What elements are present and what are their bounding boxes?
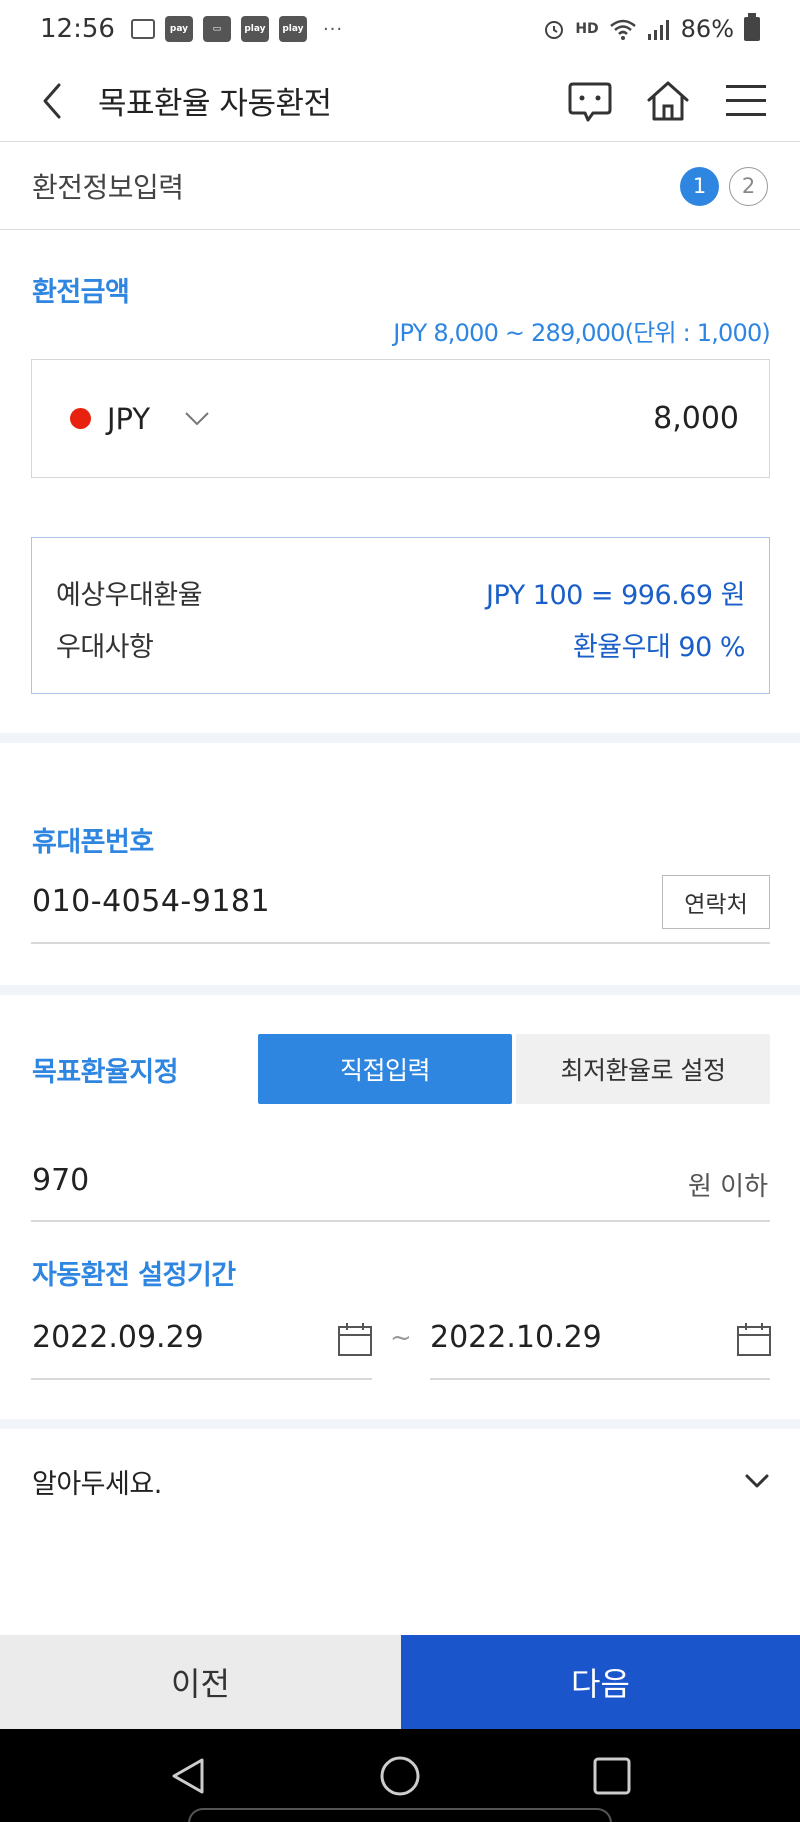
notice-toggle[interactable]: 알아두세요. — [32, 1462, 162, 1501]
menu-icon — [726, 84, 766, 116]
status-time: 12:56 — [40, 14, 115, 44]
calendar-icon[interactable] — [736, 1321, 772, 1357]
benefit-label: 우대사항 — [56, 631, 154, 663]
end-date-input[interactable]: 2022.10.29 — [430, 1320, 602, 1355]
target-rate-unit: 원 이하 — [687, 1172, 768, 1202]
header-icons — [566, 77, 770, 125]
contacts-button[interactable]: 연락처 — [662, 875, 770, 929]
currency-select[interactable]: JPY — [107, 402, 150, 436]
step-2: 2 — [729, 166, 768, 206]
chat-icon — [568, 82, 612, 121]
chevron-down-icon — [185, 411, 209, 425]
menu-button[interactable] — [722, 77, 770, 125]
app-header: 목표환율 자동환전 — [0, 60, 800, 142]
triangle-back-icon — [172, 1758, 204, 1794]
next-button[interactable]: 다음 — [401, 1635, 800, 1729]
chevron-down-icon[interactable] — [742, 1466, 772, 1496]
back-button[interactable] — [30, 79, 74, 123]
start-date-input[interactable]: 2022.09.29 — [32, 1320, 204, 1355]
direct-input-button[interactable]: 직접입력 — [258, 1034, 512, 1104]
phone-underline — [31, 942, 770, 944]
expected-rate-row: 예상우대환율 JPY 100 = 996.69 원 — [56, 566, 745, 618]
phone-input[interactable]: 010-4054-9181 — [32, 884, 270, 919]
currency-flag-icon — [70, 408, 91, 429]
play-icon: play — [278, 16, 307, 42]
exchange-amount-title: 환전금액 — [32, 277, 130, 308]
phone-title: 휴대폰번호 — [32, 827, 154, 858]
lowest-rate-button[interactable]: 최저환율로 설정 — [516, 1034, 770, 1104]
rate-underline — [31, 1220, 770, 1222]
exchange-range: JPY 8,000 ~ 289,000(단위 : 1,000) — [393, 319, 771, 347]
chat-button[interactable] — [566, 77, 614, 125]
target-rate-title: 목표환율지정 — [32, 1057, 179, 1088]
period-title: 자동환전 설정기간 — [32, 1260, 236, 1291]
end-date-underline — [430, 1378, 770, 1380]
page-title: 목표환율 자동환전 — [98, 86, 332, 122]
wallet-icon: ▭ — [202, 16, 231, 42]
gesture-handle — [188, 1808, 612, 1822]
step-label: 환전정보입력 — [32, 171, 184, 204]
play-icon: play — [240, 16, 269, 42]
nav-home-button[interactable] — [377, 1753, 423, 1799]
currency-dropdown[interactable] — [184, 406, 210, 432]
section-divider — [0, 733, 800, 743]
pay-icon: pay — [164, 16, 193, 42]
benefit-row: 우대사항 환율우대 90 % — [56, 618, 746, 670]
expected-rate-value: JPY 100 = 996.69 원 — [486, 579, 745, 611]
step-1: 1 — [680, 166, 719, 206]
back-icon — [43, 83, 61, 118]
status-bar: 12:56 pay ▭ play play ··· HD 86% — [0, 0, 800, 58]
prev-button[interactable]: 이전 — [0, 1635, 401, 1729]
nav-back-button[interactable] — [165, 1753, 211, 1799]
target-rate-input[interactable]: 970 — [32, 1163, 89, 1198]
step-indicator: 1 2 — [680, 166, 768, 206]
amount-input[interactable]: 8,000 — [653, 401, 739, 436]
hd-icon: HD — [575, 21, 599, 37]
date-separator: ~ — [390, 1323, 412, 1353]
home-button[interactable] — [644, 77, 692, 125]
wifi-icon — [609, 19, 636, 40]
rate-info-box: 예상우대환율 JPY 100 = 996.69 원 우대사항 환율우대 90 % — [31, 537, 770, 694]
more-notifications-icon: ··· — [322, 18, 344, 40]
start-date-underline — [31, 1378, 372, 1380]
amount-input-box: JPY 8,000 — [31, 359, 770, 478]
expected-rate-label: 예상우대환율 — [56, 579, 203, 611]
battery-icon — [744, 13, 760, 41]
home-icon — [647, 81, 689, 120]
nav-recents-button[interactable] — [589, 1753, 635, 1799]
status-left: 12:56 pay ▭ play play ··· — [40, 14, 343, 44]
calendar-icon[interactable] — [337, 1321, 373, 1357]
benefit-value: 환율우대 90 % — [572, 631, 746, 663]
square-recents-icon — [593, 1757, 631, 1795]
section-divider — [0, 985, 800, 995]
section-divider — [0, 1419, 800, 1429]
signal-icon — [647, 20, 669, 40]
circle-home-icon — [380, 1756, 420, 1796]
status-right: HD 86% — [543, 13, 760, 43]
step-bar: 환전정보입력 1 2 — [0, 143, 800, 230]
bottom-action-bar: 이전 다음 — [0, 1635, 800, 1729]
battery-percent: 86% — [680, 15, 734, 43]
message-icon — [130, 19, 155, 39]
alarm-icon — [545, 21, 564, 39]
